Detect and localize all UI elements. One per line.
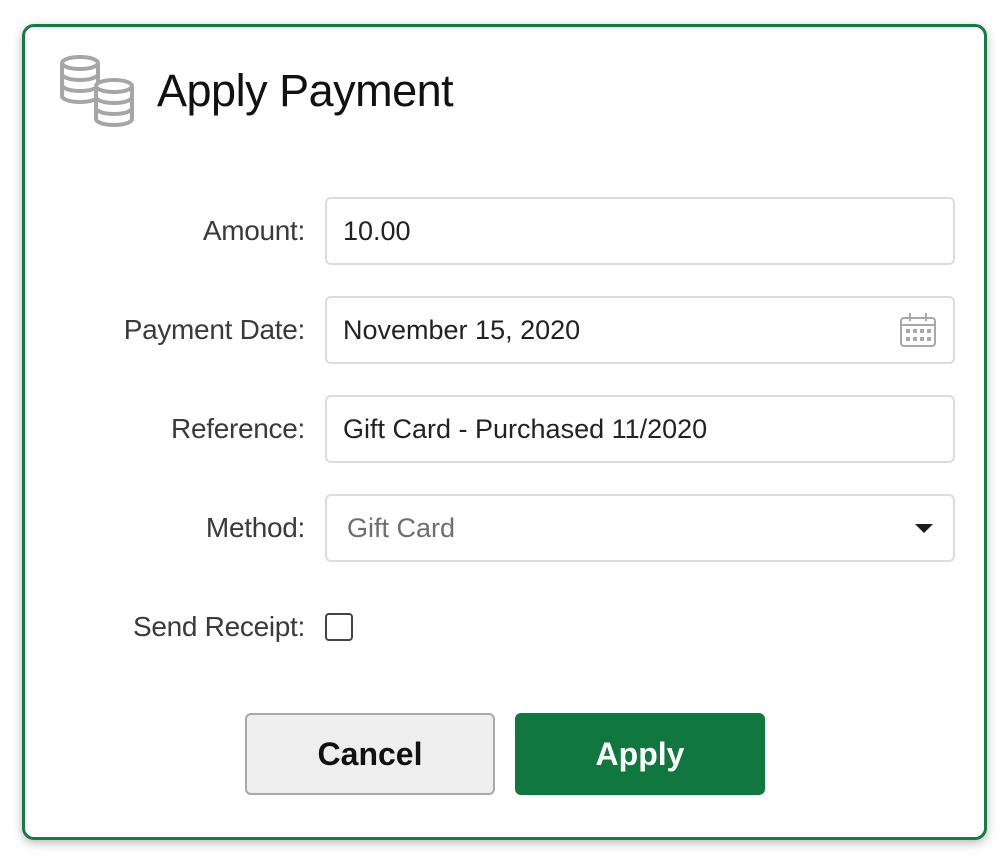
send-receipt-label: Send Receipt: <box>133 611 305 642</box>
payment-date-value: November 15, 2020 <box>343 314 581 345</box>
amount-input[interactable]: 10.00 <box>325 197 955 265</box>
payment-date-row: Payment Date: November 15, 2020 <box>25 296 985 364</box>
send-receipt-row: Send Receipt: <box>25 593 985 661</box>
payment-date-label: Payment Date: <box>123 314 306 345</box>
coins-icon <box>60 55 134 127</box>
amount-value: 10.00 <box>343 215 411 246</box>
reference-input[interactable]: Gift Card - Purchased 11/2020 <box>325 395 955 463</box>
payment-date-input[interactable]: November 15, 2020 <box>325 296 955 364</box>
method-label: Method: <box>205 512 305 543</box>
method-selected-value: Gift Card <box>347 512 456 543</box>
method-row: Method: Gift Card <box>25 494 985 562</box>
apply-button[interactable]: Apply <box>515 713 765 795</box>
amount-label: Amount: <box>202 215 305 246</box>
cancel-button[interactable]: Cancel <box>245 713 495 795</box>
reference-value: Gift Card - Purchased 11/2020 <box>343 413 708 444</box>
method-select[interactable]: Gift Card <box>325 494 955 562</box>
caret-down-icon[interactable] <box>915 523 933 533</box>
send-receipt-checkbox[interactable] <box>325 613 353 641</box>
apply-payment-dialog: Apply Payment Amount: 10.00 Payment Date… <box>22 24 987 840</box>
dialog-header: Apply Payment <box>59 51 454 131</box>
reference-row: Reference: Gift Card - Purchased 11/2020 <box>25 395 985 463</box>
amount-row: Amount: 10.00 <box>25 197 985 265</box>
dialog-title: Apply Payment <box>157 65 454 116</box>
calendar-icon[interactable] <box>899 312 937 348</box>
reference-label: Reference: <box>171 413 305 444</box>
